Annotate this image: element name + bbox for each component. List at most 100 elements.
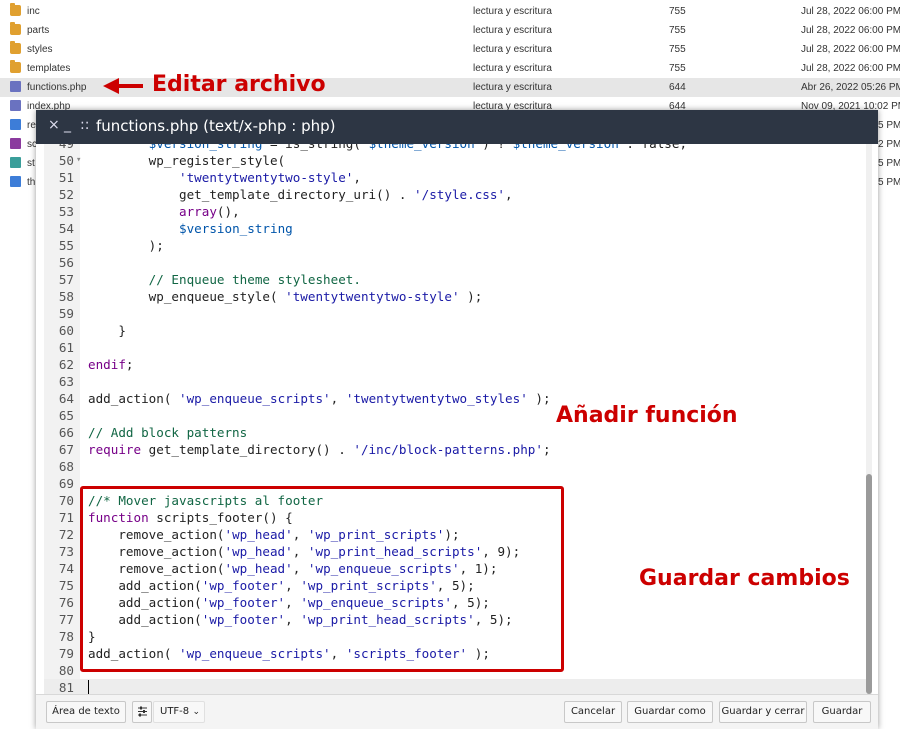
code-line[interactable]: 64 add_action( 'wp_enqueue_scripts', 'twe… xyxy=(44,390,866,407)
sliders-icon xyxy=(138,706,147,717)
line-number: 79 xyxy=(58,646,74,661)
code-line[interactable]: 71 function scripts_footer() { xyxy=(44,509,866,526)
code-text: ); xyxy=(88,238,164,253)
cancel-button[interactable]: Cancelar xyxy=(564,701,622,723)
code-text: function scripts_footer() { xyxy=(88,510,293,525)
editor-toolbar: Área de texto UTF-8 ⌄ Cancelar Guardar c… xyxy=(36,694,878,729)
code-line[interactable]: 60 } xyxy=(44,322,866,339)
save-and-close-button[interactable]: Guardar y cerrar xyxy=(719,701,807,723)
annotation-add-function: Añadir función xyxy=(556,403,738,428)
encoding-value: UTF-8 xyxy=(160,706,190,717)
code-text: require get_template_directory() . '/inc… xyxy=(88,442,551,457)
editor-titlebar[interactable]: × _ :: functions.php (text/x-php : php) xyxy=(36,110,878,144)
line-number: 77 xyxy=(58,612,74,627)
code-text: remove_action('wp_head', 'wp_print_head_… xyxy=(88,544,521,559)
code-line[interactable]: 55 ); xyxy=(44,237,866,254)
line-number: 58 xyxy=(58,289,74,304)
code-text: //* Mover javascripts al footer xyxy=(88,493,324,508)
code-text: 'twentytwentytwo-style', xyxy=(179,170,361,185)
code-text: add_action('wp_footer', 'wp_print_head_s… xyxy=(88,612,513,627)
line-number: 54 xyxy=(58,221,74,236)
code-line[interactable]: 50 ▾ wp_register_style( xyxy=(44,152,866,169)
vertical-scrollbar[interactable] xyxy=(866,144,872,694)
line-number: 67 xyxy=(58,442,74,457)
editor-title: functions.php (text/x-php : php) xyxy=(96,117,336,135)
code-line[interactable]: 53 array(), xyxy=(44,203,866,220)
code-line[interactable]: 78} xyxy=(44,628,866,645)
code-text: add_action('wp_footer', 'wp_enqueue_scri… xyxy=(88,595,490,610)
code-text: } xyxy=(88,629,96,644)
close-icon[interactable]: × xyxy=(48,117,60,133)
code-line[interactable]: 65 xyxy=(44,407,866,424)
encoding-select[interactable]: UTF-8 ⌄ xyxy=(153,701,205,723)
line-number: 68 xyxy=(58,459,74,474)
code-text: $version_string = is_string( $theme_vers… xyxy=(88,144,687,152)
line-number: 72 xyxy=(58,527,74,542)
code-line[interactable]: 54 $version_string xyxy=(44,220,866,237)
settings-button[interactable] xyxy=(132,701,152,723)
scroll-thumb[interactable] xyxy=(866,474,872,694)
line-number: 60 xyxy=(58,323,74,338)
code-text: $version_string xyxy=(179,221,293,236)
code-text: // Add block patterns xyxy=(88,425,248,440)
code-line[interactable]: 70 //* Mover javascripts al footer xyxy=(44,492,866,509)
code-editor-window: × _ :: functions.php (text/x-php : php) … xyxy=(36,110,878,729)
annotation-save-changes: Guardar cambios xyxy=(639,566,850,591)
fold-marker-icon[interactable]: ▾ xyxy=(76,152,81,169)
line-number: 53 xyxy=(58,204,74,219)
line-number: 64 xyxy=(58,391,74,406)
save-button[interactable]: Guardar xyxy=(813,701,871,723)
code-text: remove_action('wp_head', 'wp_print_scrip… xyxy=(88,527,460,542)
code-line[interactable]: 66 // Add block patterns xyxy=(44,424,866,441)
code-line[interactable]: 76 add_action('wp_footer', 'wp_enqueue_s… xyxy=(44,594,866,611)
line-number: 80 xyxy=(58,663,74,678)
code-text: remove_action('wp_head', 'wp_enqueue_scr… xyxy=(88,561,498,576)
line-number: 76 xyxy=(58,595,74,610)
code-line[interactable]: 49 $version_string = is_string( $theme_v… xyxy=(44,144,866,152)
line-number: 65 xyxy=(58,408,74,423)
line-number: 50 xyxy=(58,153,74,168)
code-line[interactable]: 68 xyxy=(44,458,866,475)
code-line[interactable]: 72 remove_action('wp_head', 'wp_print_sc… xyxy=(44,526,866,543)
line-number: 62 xyxy=(58,357,74,372)
drag-handle-icon[interactable]: :: xyxy=(80,117,89,133)
line-number: 63 xyxy=(58,374,74,389)
save-as-button[interactable]: Guardar como xyxy=(627,701,713,723)
code-line[interactable]: 61 xyxy=(44,339,866,356)
line-number: 78 xyxy=(58,629,74,644)
code-text: add_action( 'wp_enqueue_scripts', 'twent… xyxy=(88,391,551,406)
line-number: 81 xyxy=(58,680,74,694)
code-area[interactable]: 49 $version_string = is_string( $theme_v… xyxy=(44,144,866,694)
code-line[interactable]: 52 get_template_directory_uri() . '/styl… xyxy=(44,186,866,203)
code-line[interactable]: 57 // Enqueue theme stylesheet. xyxy=(44,271,866,288)
code-line[interactable]: 79 add_action( 'wp_enqueue_scripts', 'scr… xyxy=(44,645,866,662)
line-number: 66 xyxy=(58,425,74,440)
arrow-edit-file xyxy=(103,78,143,94)
line-number: 56 xyxy=(58,255,74,270)
code-line[interactable]: 51 'twentytwentytwo-style', xyxy=(44,169,866,186)
line-number: 49 xyxy=(44,144,74,152)
code-line[interactable]: 63 xyxy=(44,373,866,390)
code-line[interactable]: 77 add_action('wp_footer', 'wp_print_hea… xyxy=(44,611,866,628)
code-line[interactable]: 62 endif; xyxy=(44,356,866,373)
code-line[interactable]: 69 xyxy=(44,475,866,492)
code-line[interactable]: 73 remove_action('wp_head', 'wp_print_he… xyxy=(44,543,866,560)
code-line[interactable]: 58 wp_enqueue_style( 'twentytwentytwo-st… xyxy=(44,288,866,305)
code-text: } xyxy=(88,323,126,338)
chevron-down-icon: ⌄ xyxy=(192,707,200,717)
code-text: add_action('wp_footer', 'wp_print_script… xyxy=(88,578,475,593)
code-line[interactable]: 59 xyxy=(44,305,866,322)
line-number: 55 xyxy=(58,238,74,253)
code-line[interactable]: 81 xyxy=(44,679,866,694)
line-number: 61 xyxy=(58,340,74,355)
code-line[interactable]: 56 xyxy=(44,254,866,271)
line-number: 71 xyxy=(58,510,74,525)
code-text: endif; xyxy=(88,357,134,372)
minimize-icon[interactable]: _ xyxy=(64,117,71,133)
line-number: 52 xyxy=(58,187,74,202)
text-area-button[interactable]: Área de texto xyxy=(46,701,126,723)
code-line[interactable]: 67 require get_template_directory() . '/i… xyxy=(44,441,866,458)
text-cursor xyxy=(88,680,89,694)
line-number: 59 xyxy=(58,306,74,321)
code-line[interactable]: 80 xyxy=(44,662,866,679)
